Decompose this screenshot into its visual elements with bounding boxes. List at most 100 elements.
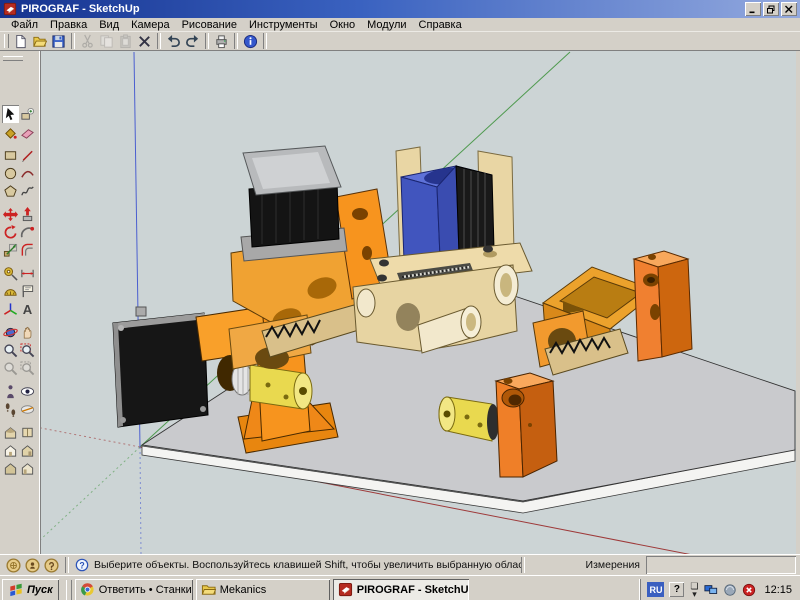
view-right-icon	[20, 443, 35, 458]
rotate-tool-button[interactable]	[2, 223, 19, 241]
sign-in-icon[interactable]	[44, 558, 59, 573]
agent-tray-icon[interactable]	[723, 583, 737, 597]
menu-tools[interactable]: Инструменты	[243, 19, 324, 31]
credits-icon[interactable]	[25, 558, 40, 573]
line-tool-button[interactable]	[19, 146, 36, 164]
new-button[interactable]	[11, 33, 30, 50]
scale-tool-button[interactable]	[2, 241, 19, 259]
view-back-button[interactable]	[2, 459, 19, 477]
circle-tool-button[interactable]	[2, 164, 19, 182]
menu-help[interactable]: Справка	[413, 19, 468, 31]
orbit-icon	[3, 325, 18, 340]
viewport-3d[interactable]	[41, 51, 796, 554]
pan-tool-button[interactable]	[19, 323, 36, 341]
orbit-tool-button[interactable]	[2, 323, 19, 341]
minimize-button[interactable]	[745, 2, 761, 16]
section-plane-icon	[20, 402, 35, 417]
taskbar: Пуск Ответить • Станки с Ч... Mekanics P…	[0, 575, 800, 600]
help-icon[interactable]	[75, 558, 89, 572]
3d-text-tool-button[interactable]	[19, 300, 36, 318]
look-around-button[interactable]	[19, 382, 36, 400]
view-front-button[interactable]	[2, 441, 19, 459]
walk-tool-button[interactable]	[2, 400, 19, 418]
taskbar-grip[interactable]	[65, 579, 72, 600]
menu-draw[interactable]: Рисование	[176, 19, 243, 31]
axes-tool-button[interactable]	[2, 300, 19, 318]
restore-button[interactable]	[763, 2, 779, 16]
zoom-next-button	[19, 359, 36, 377]
taskbar-item-folder[interactable]: Mekanics	[195, 578, 330, 600]
move-icon	[3, 207, 18, 222]
toolbar-grip[interactable]	[4, 34, 9, 48]
arc-tool-button[interactable]	[19, 164, 36, 182]
redo-button[interactable]	[183, 33, 202, 50]
freehand-icon	[20, 184, 35, 199]
taskbar-clock[interactable]: 12:15	[761, 584, 798, 596]
dimension-icon	[20, 266, 35, 281]
push-pull-icon	[20, 207, 35, 222]
move-tool-button[interactable]	[2, 205, 19, 223]
3d-text-icon	[20, 302, 35, 317]
hidden-icons-button[interactable]: ❏ ▾	[689, 581, 699, 598]
view-left-button[interactable]	[19, 459, 36, 477]
save-button[interactable]	[49, 33, 68, 50]
eraser-button[interactable]	[19, 123, 36, 141]
offset-tool-button[interactable]	[19, 241, 36, 259]
menu-edit[interactable]: Правка	[44, 19, 93, 31]
close-button[interactable]	[781, 2, 797, 16]
offset-icon	[20, 243, 35, 258]
display-settings-icon[interactable]	[704, 583, 718, 597]
polygon-tool-button[interactable]	[2, 182, 19, 200]
menu-window[interactable]: Окно	[324, 19, 362, 31]
axes-icon	[3, 302, 18, 317]
look-around-icon	[20, 384, 35, 399]
rectangle-tool-button[interactable]	[2, 146, 19, 164]
zoom-window-button[interactable]	[19, 341, 36, 359]
text-tool-button[interactable]	[19, 282, 36, 300]
view-iso-button[interactable]	[2, 423, 19, 441]
start-button[interactable]: Пуск	[2, 578, 59, 600]
view-top-button[interactable]	[19, 423, 36, 441]
menu-bar: Файл Правка Вид Камера Рисование Инструм…	[0, 18, 800, 32]
desktop: PIROGRAF - SketchUp Файл Правка Вид Каме…	[0, 0, 800, 600]
toolbar-separator	[71, 33, 75, 49]
sketchup-icon	[338, 582, 353, 597]
menu-view[interactable]: Вид	[93, 19, 125, 31]
push-pull-tool-button[interactable]	[19, 205, 36, 223]
section-plane-button[interactable]	[19, 400, 36, 418]
print-button[interactable]	[212, 33, 231, 50]
language-indicator[interactable]: RU	[647, 582, 665, 597]
windows-logo-icon	[8, 583, 24, 597]
make-component-button[interactable]	[19, 105, 36, 123]
status-hint-text: Выберите объекты. Воспользуйтесь клавише…	[94, 559, 521, 571]
model-info-button[interactable]	[241, 33, 260, 50]
zoom-tool-button[interactable]	[2, 341, 19, 359]
system-tray: RU ? ❏ ▾ 12:15	[640, 578, 798, 600]
select-tool-button[interactable]	[2, 105, 19, 123]
menu-plugins[interactable]: Модули	[361, 19, 412, 31]
erase-button[interactable]	[135, 33, 154, 50]
rectangle-icon	[3, 148, 18, 163]
tape-measure-button[interactable]	[2, 264, 19, 282]
dimension-tool-button[interactable]	[19, 264, 36, 282]
menu-camera[interactable]: Камера	[125, 19, 175, 31]
pan-icon	[20, 325, 35, 340]
taskbar-item-sketchup[interactable]: PIROGRAF - SketchUp	[332, 578, 469, 600]
taskbar-item-browser[interactable]: Ответить • Станки с Ч...	[74, 578, 193, 600]
view-right-button[interactable]	[19, 441, 36, 459]
freehand-tool-button[interactable]	[19, 182, 36, 200]
undo-button[interactable]	[164, 33, 183, 50]
paste-button	[116, 33, 135, 50]
paint-bucket-button[interactable]	[2, 123, 19, 141]
status-bar: Выберите объекты. Воспользуйтесь клавише…	[0, 554, 800, 575]
open-button[interactable]	[30, 33, 49, 50]
tray-help-icon[interactable]: ?	[669, 582, 685, 597]
geolocation-icon[interactable]	[6, 558, 21, 573]
follow-me-icon	[20, 225, 35, 240]
measurements-input[interactable]	[646, 556, 796, 574]
position-camera-button[interactable]	[2, 382, 19, 400]
security-alert-icon[interactable]	[742, 583, 756, 597]
menu-file[interactable]: Файл	[5, 19, 44, 31]
protractor-tool-button[interactable]	[2, 282, 19, 300]
follow-me-tool-button[interactable]	[19, 223, 36, 241]
